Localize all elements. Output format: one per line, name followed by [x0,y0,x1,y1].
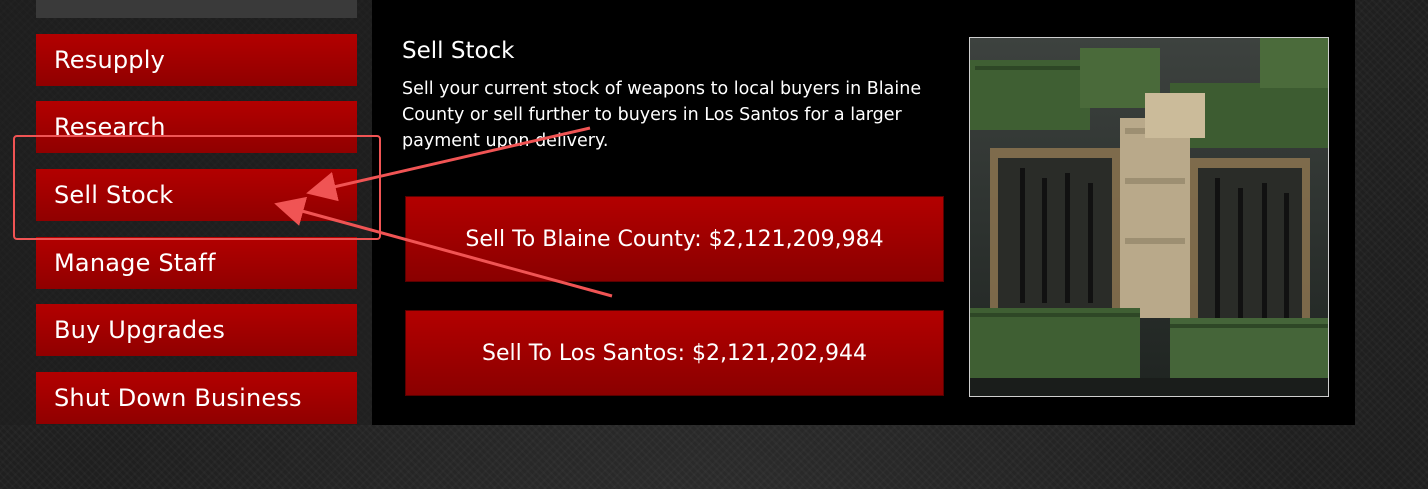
sell-stock-panel: Sell Stock Sell your current stock of we… [372,0,1355,425]
menu-item-research[interactable]: Research [36,101,357,153]
menu-item-resupply[interactable]: Resupply [36,34,357,86]
weapon-crates-image [969,37,1329,397]
menu-item-label: Sell Stock [54,181,174,209]
panel-title: Sell Stock [402,38,515,64]
weapon-crates-illustration [970,38,1328,396]
menu-item-buy-upgrades[interactable]: Buy Upgrades [36,304,357,356]
menu-item-manage-staff[interactable]: Manage Staff [36,237,357,289]
sell-los-santos-label: Sell To Los Santos: $2,121,202,944 [482,340,867,366]
menu-item-label: Shut Down Business [54,384,302,412]
sell-los-santos-button[interactable]: Sell To Los Santos: $2,121,202,944 [405,310,944,396]
sell-blaine-county-label: Sell To Blaine County: $2,121,209,984 [465,226,884,252]
menu-item-sell-stock[interactable]: Sell Stock [36,169,357,221]
sell-blaine-county-button[interactable]: Sell To Blaine County: $2,121,209,984 [405,196,944,282]
menu-item-label: Manage Staff [54,249,216,277]
menu-item-shut-down-business[interactable]: Shut Down Business [36,372,357,424]
menu-item-label: Resupply [54,46,166,74]
panel-description: Sell your current stock of weapons to lo… [402,79,922,151]
menu-item-label: Buy Upgrades [54,316,226,344]
menu-item-partial [36,0,357,18]
menu-item-label: Research [54,113,166,141]
